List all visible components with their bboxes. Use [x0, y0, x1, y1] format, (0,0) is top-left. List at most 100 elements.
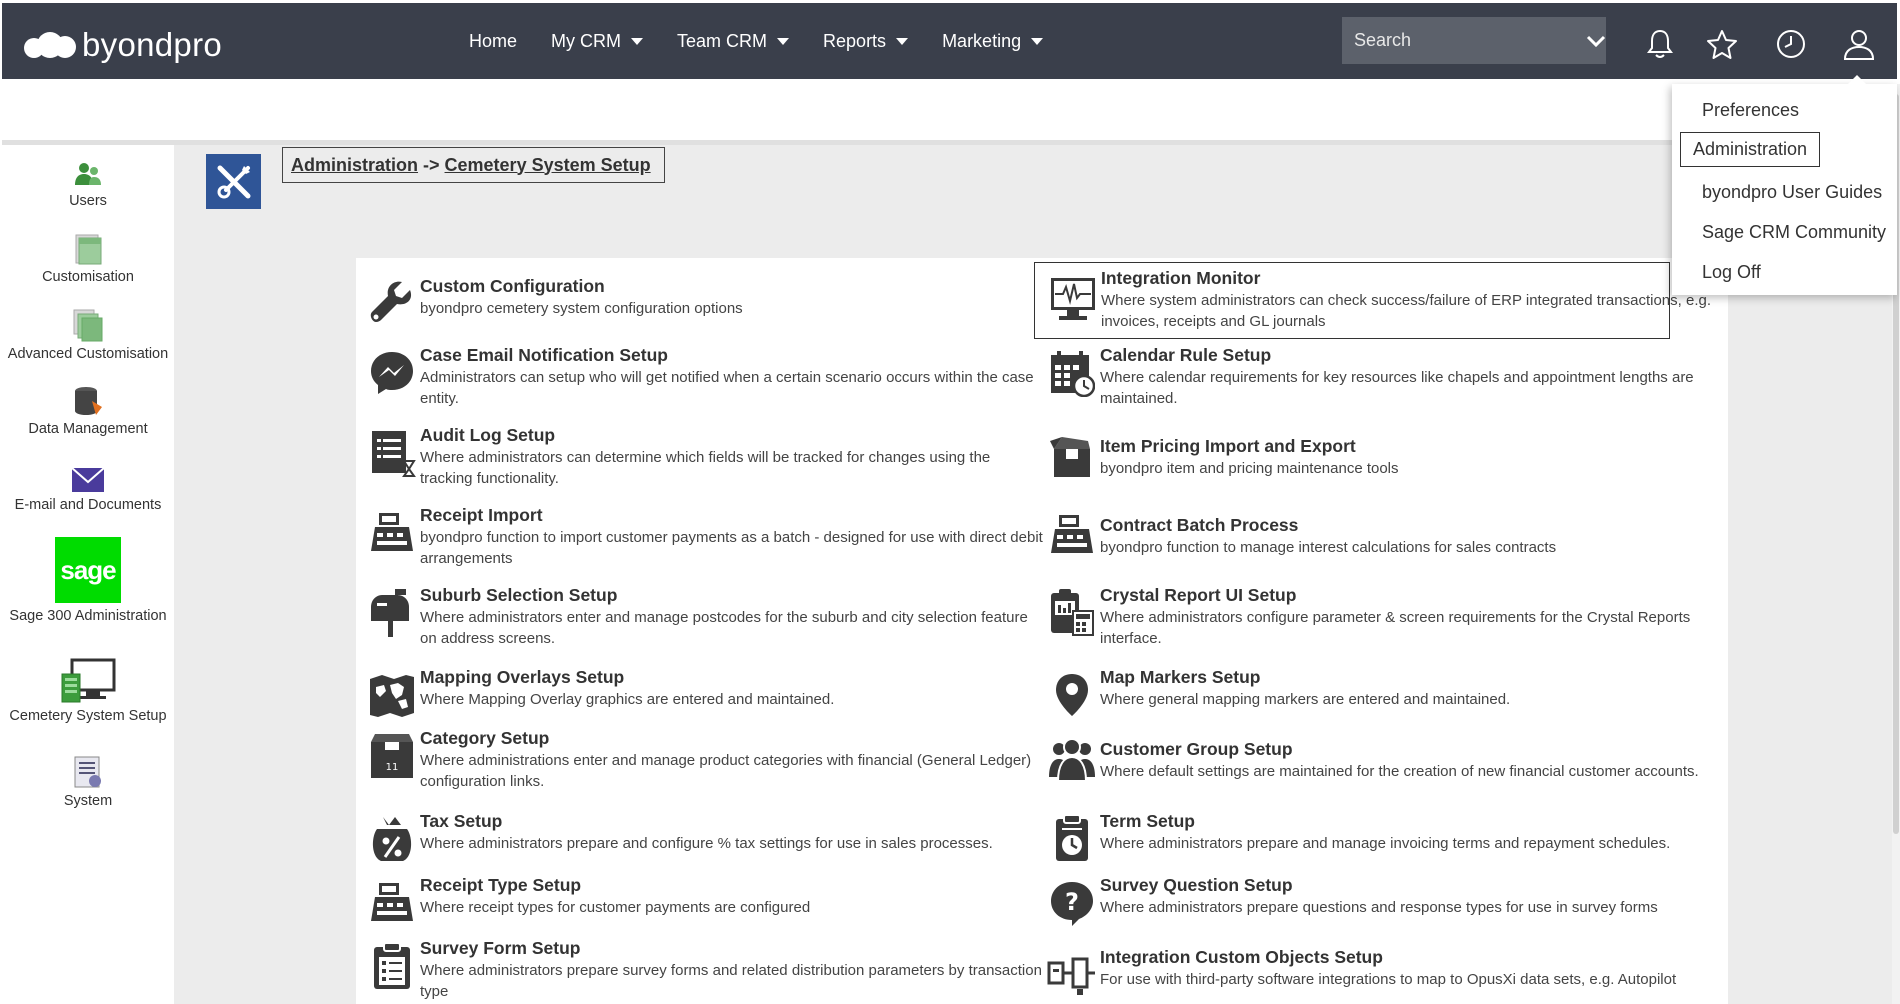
- entry-title: Tax Setup: [420, 811, 503, 831]
- entry-description: Where default settings are maintained fo…: [1100, 763, 1699, 780]
- messenger-icon: [366, 347, 418, 399]
- entry-description: Where calendar requirements for key reso…: [1100, 369, 1694, 407]
- menu-item-administration[interactable]: Administration: [1680, 132, 1821, 167]
- administration-tools-icon: [206, 154, 261, 209]
- cash-register-icon: [366, 507, 418, 559]
- map-pin-icon: [1046, 669, 1098, 721]
- entry-title: Case Email Notification Setup: [420, 345, 668, 365]
- entry-suburb-selection-setup[interactable]: Suburb Selection Setup Where administrat…: [366, 585, 1046, 647]
- sidebar-item-label: Sage 300 Administration: [9, 608, 167, 624]
- box-icon: 11: [366, 730, 418, 782]
- term-clock-icon: [1046, 813, 1098, 865]
- entry-title: Category Setup: [420, 728, 550, 748]
- monitor-pulse-icon: [1047, 273, 1099, 325]
- entry-description: Where administrators enter and manage po…: [420, 609, 1028, 647]
- breadcrumb-link-administration[interactable]: Administration: [291, 155, 418, 176]
- nav-home[interactable]: Home: [469, 31, 517, 52]
- brand-logo[interactable]: byondpro: [24, 26, 222, 64]
- entry-description: byondpro cemetery system configuration o…: [420, 300, 743, 317]
- sidebar-item-label: E-mail and Documents: [14, 497, 162, 513]
- search-dropdown-button[interactable]: [1586, 17, 1606, 64]
- sidebar-item-label: Users: [69, 193, 107, 209]
- users-icon: [2, 159, 174, 189]
- entry-title: Mapping Overlays Setup: [420, 667, 625, 687]
- entry-mapping-overlays-setup[interactable]: Mapping Overlays Setup Where Mapping Ove…: [366, 667, 1046, 723]
- bell-icon[interactable]: [1640, 24, 1680, 64]
- nav-marketing[interactable]: Marketing: [942, 30, 1044, 52]
- sidebar-item-system[interactable]: System: [2, 753, 174, 809]
- entry-tax-setup[interactable]: Tax Setup Where administrators prepare a…: [366, 811, 1046, 867]
- nav-label: Marketing: [942, 30, 1022, 51]
- entry-term-setup[interactable]: Term Setup Where administrators prepare …: [1046, 811, 1716, 861]
- entry-title: Custom Configuration: [420, 276, 605, 296]
- sidebar-item-customisation[interactable]: Customisation: [2, 233, 174, 285]
- entry-contract-batch-process[interactable]: Contract Batch Process byondpro function…: [1046, 515, 1716, 559]
- entry-receipt-import[interactable]: Receipt Import byondpro function to impo…: [366, 505, 1046, 567]
- entry-survey-question-setup[interactable]: ? Survey Question Setup Where administra…: [1046, 875, 1716, 926]
- envelope-icon: [2, 465, 174, 493]
- user-dropdown-menu: Preferences Administration byondpro User…: [1672, 75, 1897, 295]
- entry-title: Receipt Import: [420, 505, 543, 525]
- entry-crystal-report-ui-setup[interactable]: Crystal Report UI Setup Where administra…: [1046, 585, 1716, 647]
- entry-description: byondpro function to import customer pay…: [420, 529, 1043, 567]
- entry-calendar-rule-setup[interactable]: Calendar Rule Setup Where calendar requi…: [1046, 345, 1716, 407]
- menu-item-preferences[interactable]: Preferences: [1692, 96, 1809, 125]
- main-nav: Home My CRM Team CRM Reports Marketing: [469, 3, 1077, 79]
- calendar-clock-icon: [1046, 347, 1098, 399]
- entry-map-markers-setup[interactable]: Map Markers Setup Where general mapping …: [1046, 667, 1716, 716]
- nav-team-crm[interactable]: Team CRM: [677, 31, 790, 52]
- breadcrumb-link-cemetery-system-setup[interactable]: Cemetery System Setup: [445, 155, 651, 176]
- breadcrumb: Administration -> Cemetery System Setup: [282, 147, 665, 183]
- search-input[interactable]: [1342, 30, 1586, 51]
- sidebar-item-advanced-customisation[interactable]: Advanced Customisation: [2, 308, 174, 362]
- system-icon: [2, 753, 174, 789]
- integration-objects-icon: [1046, 949, 1098, 1001]
- sage-logo: sage: [2, 537, 174, 603]
- entry-description: Where administrators prepare and configu…: [420, 835, 993, 852]
- entry-custom-configuration[interactable]: Custom Configuration byondpro cemetery s…: [366, 276, 1046, 332]
- entry-integration-monitor[interactable]: Integration Monitor Where system adminis…: [1034, 262, 1711, 339]
- caret-down-icon: [631, 37, 644, 45]
- entry-integration-custom-objects-setup[interactable]: Integration Custom Objects Setup For use…: [1046, 947, 1716, 995]
- clock-icon[interactable]: [1771, 24, 1811, 64]
- entry-description: Administrators can setup who will get no…: [420, 369, 1034, 407]
- sidebar-item-sage-300-administration[interactable]: sage Sage 300 Administration: [2, 537, 174, 624]
- entry-description: Where general mapping markers are entere…: [1100, 691, 1511, 708]
- sidebar-item-data-management[interactable]: Data Management: [2, 385, 174, 437]
- entry-category-setup[interactable]: 11 Category Setup Where administrations …: [366, 728, 1046, 790]
- nav-my-crm[interactable]: My CRM: [551, 30, 644, 52]
- people-group-icon: [1046, 733, 1098, 785]
- sage-logo-text: sage: [55, 537, 121, 603]
- entry-title: Receipt Type Setup: [420, 875, 582, 895]
- nav-label: My CRM: [551, 30, 622, 51]
- entry-case-email-notification-setup[interactable]: Case Email Notification Setup Administra…: [366, 345, 1046, 407]
- user-icon[interactable]: [1839, 24, 1879, 64]
- advanced-customisation-icon: [2, 308, 174, 342]
- top-navigation-bar: byondpro Home My CRM Team CRM Reports Ma…: [2, 3, 1897, 79]
- entry-item-pricing-import-export[interactable]: Item Pricing Import and Export byondpro …: [1046, 436, 1716, 480]
- entry-description: Where receipt types for customer payment…: [420, 899, 811, 916]
- sidebar-item-email-documents[interactable]: E-mail and Documents: [2, 465, 174, 513]
- clipboard-icon: [366, 940, 418, 992]
- report-calculator-icon: [1046, 587, 1098, 639]
- entry-receipt-type-setup[interactable]: Receipt Type Setup Where receipt types f…: [366, 875, 1046, 931]
- sidebar-item-users[interactable]: Users: [2, 159, 174, 209]
- entry-description: Where administrators prepare and manage …: [1100, 835, 1671, 852]
- menu-item-user-guides[interactable]: byondpro User Guides: [1692, 178, 1892, 207]
- sidebar-item-label: Customisation: [42, 269, 134, 285]
- nav-reports[interactable]: Reports: [823, 30, 909, 52]
- sidebar-item-cemetery-system-setup[interactable]: Cemetery System Setup: [2, 658, 174, 724]
- entry-title: Customer Group Setup: [1100, 739, 1293, 759]
- menu-item-log-off[interactable]: Log Off: [1692, 258, 1771, 287]
- entry-title: Item Pricing Import and Export: [1100, 436, 1356, 456]
- entry-customer-group-setup[interactable]: Customer Group Setup Where default setti…: [1046, 738, 1716, 783]
- nav-label: Reports: [823, 30, 887, 51]
- entry-title: Term Setup: [1100, 811, 1195, 831]
- star-icon[interactable]: [1702, 24, 1742, 64]
- entry-survey-form-setup[interactable]: Survey Form Setup Where administrators p…: [366, 938, 1046, 1000]
- menu-item-sage-crm-community[interactable]: Sage CRM Community: [1692, 218, 1896, 247]
- mailbox-icon: [366, 587, 418, 639]
- entry-audit-log-setup[interactable]: Audit Log Setup Where administrators can…: [366, 425, 1046, 487]
- caret-down-icon: [896, 37, 909, 45]
- entry-description: Where administrators can determine which…: [420, 449, 991, 487]
